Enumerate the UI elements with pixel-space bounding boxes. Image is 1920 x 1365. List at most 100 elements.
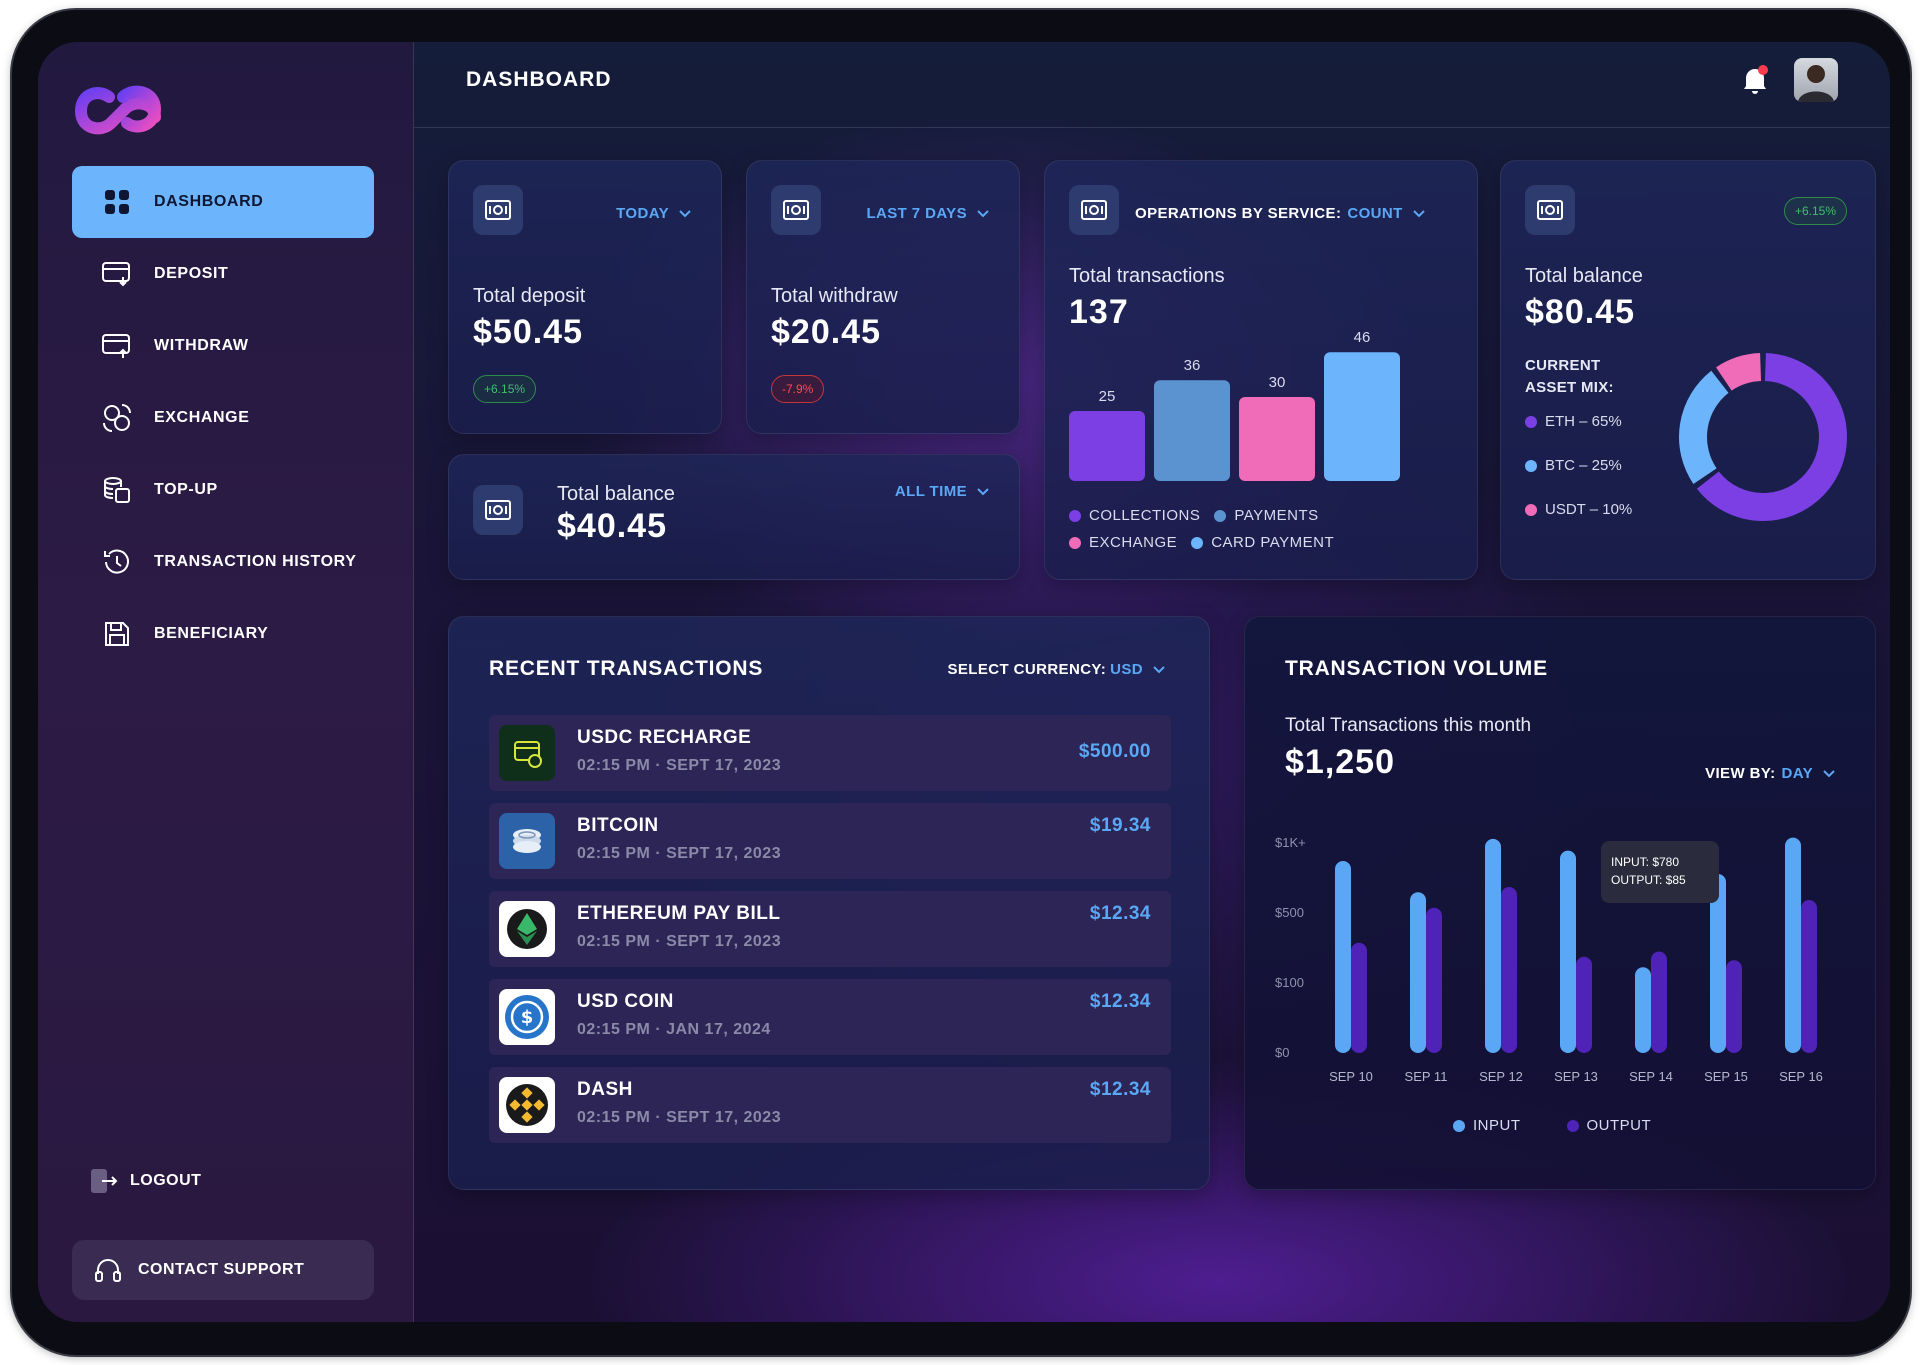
app-logo: [74, 85, 162, 135]
money-icon: [1525, 185, 1575, 235]
operations-card: OPERATIONS BY SERVICE: COUNT Total trans…: [1044, 160, 1478, 580]
logout-button[interactable]: LOGOUT: [90, 1168, 201, 1194]
avatar[interactable]: [1794, 58, 1838, 102]
y-tick-label: $1K+: [1275, 835, 1306, 850]
chevron-down-icon: [1153, 665, 1165, 673]
ops-bar-label: 36: [1184, 357, 1201, 374]
transaction-time: 02:15 PM · SEPT 17, 2023: [577, 933, 782, 950]
save-icon: [102, 619, 132, 649]
legend-dot: [1191, 536, 1204, 549]
transaction-row[interactable]: $ USD COIN 02:15 PM · JAN 17, 2024 $12.3…: [489, 979, 1171, 1055]
view-by-dropdown[interactable]: VIEW BY: DAY: [1705, 765, 1835, 782]
donut-slice: [1716, 353, 1762, 391]
headset-icon: [95, 1259, 121, 1282]
deposit-card-icon: [102, 259, 132, 289]
volume-bar-input: [1485, 838, 1501, 1053]
total-balance-alltime-card: Total balance $40.45 ALL TIME: [448, 454, 1020, 580]
money-icon: [473, 185, 523, 235]
period-dropdown[interactable]: LAST 7 DAYS: [866, 205, 989, 222]
transaction-name: USD COIN: [577, 991, 674, 1012]
volume-bar-input: [1785, 837, 1801, 1053]
sidebar-item-label: DASHBOARD: [154, 193, 264, 210]
currency-label: SELECT CURRENCY:: [947, 661, 1107, 678]
card-label: Total balance: [557, 483, 675, 505]
transaction-row[interactable]: DASH 02:15 PM · SEPT 17, 2023 $12.34: [489, 1067, 1171, 1143]
transaction-row[interactable]: ETHEREUM PAY BILL 02:15 PM · SEPT 17, 20…: [489, 891, 1171, 967]
volume-bar-output: [1801, 900, 1817, 1053]
transaction-name: USDC RECHARGE: [577, 727, 752, 748]
money-icon: [771, 185, 821, 235]
asset-mix-item: USDT – 10%: [1525, 501, 1632, 518]
volume-bar-input: [1560, 850, 1576, 1053]
transaction-time: 02:15 PM · JAN 17, 2024: [577, 1021, 771, 1038]
sidebar-item-label: TRANSACTION HISTORY: [154, 553, 357, 570]
recent-transactions-panel: RECENT TRANSACTIONS SELECT CURRENCY: USD…: [448, 616, 1210, 1190]
legend-dot: [1069, 536, 1081, 549]
sidebar-item-dashboard[interactable]: DASHBOARD: [72, 166, 374, 238]
dash-coin-icon: [499, 1077, 555, 1133]
total-withdraw-card: LAST 7 DAYS Total withdraw $20.45 -7.9%: [746, 160, 1020, 434]
money-icon: [473, 485, 523, 535]
sidebar-item-beneficiary[interactable]: BENEFICIARY: [72, 598, 374, 670]
transaction-name: ETHEREUM PAY BILL: [577, 903, 781, 924]
chevron-down-icon: [1412, 209, 1425, 217]
legend-dot: [1566, 1119, 1579, 1132]
chevron-down-icon: [977, 487, 989, 495]
logout-label: LOGOUT: [130, 1172, 202, 1189]
volume-bar-input: [1335, 861, 1351, 1053]
period-dropdown[interactable]: ALL TIME: [895, 483, 989, 500]
transaction-amount: $500.00: [1078, 741, 1151, 762]
legend-dot: [1525, 459, 1537, 472]
asset-mix-card: +6.15% Total balance $80.45 CURRENT ASSE…: [1500, 160, 1876, 580]
bitcoin-coin-stack-icon: [499, 813, 555, 869]
sidebar-item-top-up[interactable]: TOP-UP: [72, 454, 374, 526]
legend-row: COLLECTIONS PAYMENTS: [1069, 507, 1319, 524]
ops-bar: [1154, 380, 1230, 481]
x-tick-label: SEP 10: [1329, 1069, 1373, 1084]
legend-dot: [1525, 415, 1537, 428]
x-tick-label: SEP 15: [1704, 1069, 1748, 1084]
period-dropdown[interactable]: TODAY: [616, 205, 691, 222]
sidebar-item-withdraw[interactable]: WITHDRAW: [72, 310, 374, 382]
transaction-row[interactable]: USDC RECHARGE 02:15 PM · SEPT 17, 2023 $…: [489, 715, 1171, 791]
currency-dropdown[interactable]: SELECT CURRENCY: USD: [947, 661, 1165, 678]
change-badge: +6.15%: [1783, 197, 1847, 225]
transaction-amount: $12.34: [1089, 903, 1151, 924]
asset-mix-item: ETH – 65%: [1525, 413, 1622, 430]
sidebar-item-deposit[interactable]: DEPOSIT: [72, 238, 374, 310]
transaction-row[interactable]: BITCOIN 02:15 PM · SEPT 17, 2023 $19.34: [489, 803, 1171, 879]
card-value: $20.45: [771, 313, 881, 351]
ops-bar-label: 46: [1354, 331, 1371, 346]
x-tick-label: SEP 11: [1405, 1069, 1448, 1084]
ethereum-icon: [499, 901, 555, 957]
view-by-label: VIEW BY:: [1705, 765, 1776, 782]
chart-tooltip: INPUT: $780 OUTPUT: $85: [1601, 841, 1719, 903]
y-tick-label: $100: [1275, 975, 1304, 990]
legend-row: EXCHANGE CARD PAYMENT: [1069, 534, 1334, 551]
volume-legend: INPUT OUTPUT: [1453, 1117, 1651, 1134]
sidebar-item-label: BENEFICIARY: [154, 625, 269, 642]
legend-label: COLLECTIONS: [1089, 507, 1201, 524]
legend-label: OUTPUT: [1586, 1117, 1652, 1134]
volume-bar-output: [1351, 942, 1367, 1053]
volume-bar-output: [1726, 960, 1742, 1053]
ops-bar: [1239, 397, 1315, 481]
page-title: DASHBOARD: [466, 68, 612, 91]
donut-slice: [1679, 370, 1729, 484]
notification-bell-icon[interactable]: [1740, 64, 1770, 96]
volume-bar-output: [1651, 951, 1667, 1053]
sidebar: DASHBOARD DEPOSIT WITHDRAW EXCHANGE TOP-…: [38, 42, 414, 1322]
money-icon: [1069, 185, 1119, 235]
ops-bar: [1069, 411, 1145, 481]
card-value: $50.45: [473, 313, 583, 351]
usd-coin-icon: $: [499, 989, 555, 1045]
asset-mix-label: USDT – 10%: [1545, 501, 1633, 518]
sidebar-item-transaction-history[interactable]: TRANSACTION HISTORY: [72, 526, 374, 598]
sidebar-item-label: WITHDRAW: [154, 337, 249, 354]
operations-dropdown[interactable]: OPERATIONS BY SERVICE: COUNT: [1135, 205, 1425, 222]
card-value: $80.45: [1525, 293, 1635, 331]
period-value: LAST 7 DAYS: [866, 205, 967, 222]
sidebar-item-exchange[interactable]: EXCHANGE: [72, 382, 374, 454]
card-label: Total deposit: [473, 285, 586, 307]
contact-support-button[interactable]: CONTACT SUPPORT: [72, 1240, 374, 1300]
